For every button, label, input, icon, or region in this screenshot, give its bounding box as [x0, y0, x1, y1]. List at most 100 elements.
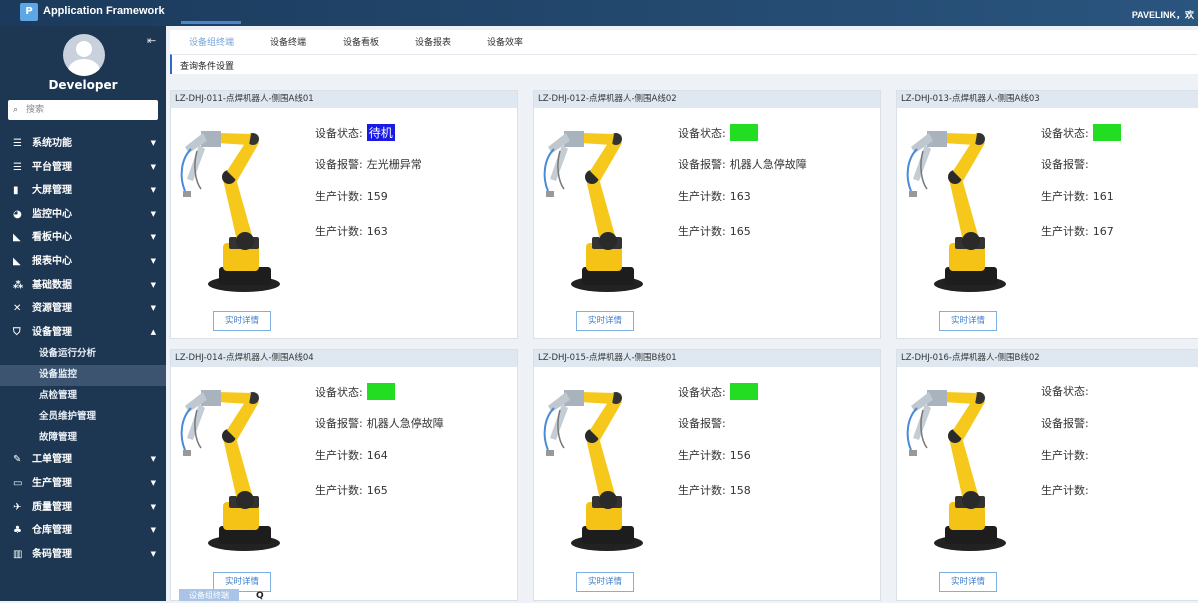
tab-item[interactable]: 设备终端 [270, 35, 306, 48]
device-name: LZ-DHJ-015-点焊机器人-侧围B线01 [534, 350, 880, 367]
device-count2-value: 165 [729, 225, 751, 238]
sidebar-item-label: 报表中心 [32, 255, 72, 267]
sidebar-subitem[interactable]: 点检管理 [0, 386, 166, 407]
device-alarm-label: 设备报警: [315, 417, 363, 430]
device-alarm-value: 机器人急停故障 [366, 417, 444, 430]
sidebar-item[interactable]: ▥ 条码管理 ▼ [0, 543, 166, 567]
device-count1-value: 163 [729, 190, 751, 203]
device-alarm-label: 设备报警: [1041, 158, 1089, 171]
device-count2-label: 生产计数: [315, 484, 363, 497]
sidebar-item[interactable]: ✕ 资源管理 ▼ [0, 297, 166, 321]
sidebar-item-label: 监控中心 [32, 208, 72, 220]
chevron-down-icon: ▼ [150, 549, 156, 558]
sidebar-item-label: 设备管理 [32, 326, 72, 338]
keyboard-icon: ▭ [13, 477, 23, 489]
search-input[interactable]: ⌕ 搜索 [8, 100, 158, 120]
status-badge: 待机 [366, 124, 395, 141]
realtime-detail-button[interactable]: 实时详情 [576, 572, 634, 592]
device-count1-row: 生产计数: 161 [1041, 188, 1114, 204]
area-chart-icon: ◣ [13, 232, 21, 244]
avatar[interactable] [63, 34, 105, 76]
device-count1-label: 生产计数: [678, 449, 726, 462]
sidebar-item[interactable]: ◣ 看板中心 ▼ [0, 226, 166, 250]
tab-item[interactable]: 设备报表 [415, 35, 451, 48]
realtime-detail-button[interactable]: 实时详情 [939, 311, 997, 331]
device-count1-row: 生产计数: [1041, 447, 1093, 463]
device-count2-value: 158 [729, 484, 751, 497]
device-count2-row: 生产计数: 165 [678, 223, 751, 239]
sidebar-item[interactable]: ♣ 仓库管理 ▼ [0, 519, 166, 543]
tab-item[interactable]: 设备组终端 [189, 35, 234, 48]
sidebar-item[interactable]: ◣ 报表中心 ▼ [0, 250, 166, 274]
user-greeting[interactable]: PAVELINK，欢 [1132, 8, 1194, 21]
bottom-q: Q [256, 591, 264, 601]
username: Developer [48, 78, 118, 92]
sidebar-subitem[interactable]: 全员维护管理 [0, 407, 166, 428]
tools-icon: ✕ [13, 303, 22, 315]
status-badge: 运行 [729, 124, 758, 141]
sidebar-subitem[interactable]: 设备运行分析 [0, 344, 166, 365]
sidebar-item[interactable]: ☰ 系统功能 ▼ [0, 132, 166, 156]
shield-icon: ⛉ [13, 326, 21, 338]
sidebar-subitem[interactable]: 故障管理 [0, 428, 166, 449]
sidebar-subitem[interactable]: 设备监控 [0, 365, 166, 386]
chevron-up-icon: ▲ [150, 327, 156, 336]
device-alarm-row: 设备报警: [1041, 415, 1093, 431]
top-bar: P Application Framework PAVELINK，欢 [0, 0, 1198, 26]
sidebar-item[interactable]: ⛉ 设备管理 ▲ [0, 321, 166, 345]
sidebar-item[interactable]: ▮ 大屏管理 ▼ [0, 179, 166, 203]
tab-item[interactable]: 设备效率 [487, 35, 523, 48]
sidebar-item-label: 生产管理 [32, 477, 72, 489]
device-count1-value: 161 [1092, 190, 1114, 203]
device-name: LZ-DHJ-012-点焊机器人-侧围A线02 [534, 91, 880, 108]
query-conditions-bar[interactable]: 查询条件设置 [170, 54, 1198, 74]
bottom-tab[interactable]: 设备组终端 [179, 589, 239, 601]
realtime-detail-button[interactable]: 实时详情 [939, 572, 997, 592]
realtime-detail-button[interactable]: 实时详情 [576, 311, 634, 331]
sidebar: ⇤ Developer ⌕ 搜索 ☰ 系统功能 ▼ ☰ 平台管理 ▼ ▮ 大屏管理 ▼ ◕ 监控中心… [0, 26, 166, 601]
collapse-sidebar-icon[interactable]: ⇤ [147, 34, 156, 47]
active-tab-underline [181, 21, 241, 24]
device-count2-row: 生产计数: 167 [1041, 223, 1114, 239]
app-title: Application Framework [43, 5, 165, 17]
sidebar-item[interactable]: ▭ 生产管理 ▼ [0, 472, 166, 496]
chevron-down-icon: ▼ [150, 304, 156, 313]
sidebar-item[interactable]: ☰ 平台管理 ▼ [0, 156, 166, 180]
device-count2-value: 167 [1092, 225, 1114, 238]
device-count1-value: 159 [366, 190, 388, 203]
barcode-icon: ▥ [13, 548, 23, 560]
chevron-down-icon: ▼ [150, 526, 156, 535]
chevron-down-icon: ▼ [150, 209, 156, 218]
sidebar-item-label: 基础数据 [32, 279, 72, 291]
sidebar-item[interactable]: ✈ 质量管理 ▼ [0, 496, 166, 520]
query-title: 查询条件设置 [180, 62, 235, 72]
device-card: LZ-DHJ-014-点焊机器人-侧围A线04 设备状态: 运行 设备报警: 机器人急停… [170, 349, 518, 601]
device-count1-label: 生产计数: [1041, 449, 1089, 462]
device-status-label: 设备状态: [315, 127, 363, 140]
device-name: LZ-DHJ-011-点焊机器人-侧围A线01 [171, 91, 517, 108]
sidebar-item-label: 系统功能 [32, 138, 72, 149]
device-card: LZ-DHJ-011-点焊机器人-侧围A线01 设备状态: 待机 设备报警: 左光栅异常… [170, 90, 518, 339]
sidebar-item-label: 仓库管理 [32, 525, 72, 537]
device-alarm-row: 设备报警: 机器人急停故障 [315, 415, 444, 431]
device-name: LZ-DHJ-016-点焊机器人-侧围B线02 [897, 350, 1198, 367]
sidebar-item[interactable]: ⁂ 基础数据 ▼ [0, 274, 166, 298]
list-icon: ☰ [13, 138, 22, 149]
sidebar-item-label: 看板中心 [32, 232, 72, 244]
status-badge: 运行 [729, 383, 758, 400]
realtime-detail-button[interactable]: 实时详情 [213, 311, 271, 331]
chevron-down-icon: ▼ [150, 280, 156, 289]
chevron-down-icon: ▼ [150, 455, 156, 464]
device-card: LZ-DHJ-015-点焊机器人-侧围B线01 设备状态: 运行 设备报警: 生产计数:… [533, 349, 881, 601]
device-count2-label: 生产计数: [315, 225, 363, 238]
sidebar-item[interactable]: ✎ 工单管理 ▼ [0, 448, 166, 472]
sidebar-item-label: 条码管理 [32, 548, 72, 560]
device-alarm-label: 设备报警: [315, 158, 363, 171]
sidebar-item[interactable]: ◕ 监控中心 ▼ [0, 203, 166, 227]
tab-item[interactable]: 设备看板 [343, 35, 379, 48]
device-count1-row: 生产计数: 159 [315, 188, 388, 204]
device-count2-label: 生产计数: [1041, 225, 1089, 238]
robot-image [542, 119, 652, 294]
device-alarm-label: 设备报警: [678, 158, 726, 171]
device-count1-value: 164 [366, 449, 388, 462]
